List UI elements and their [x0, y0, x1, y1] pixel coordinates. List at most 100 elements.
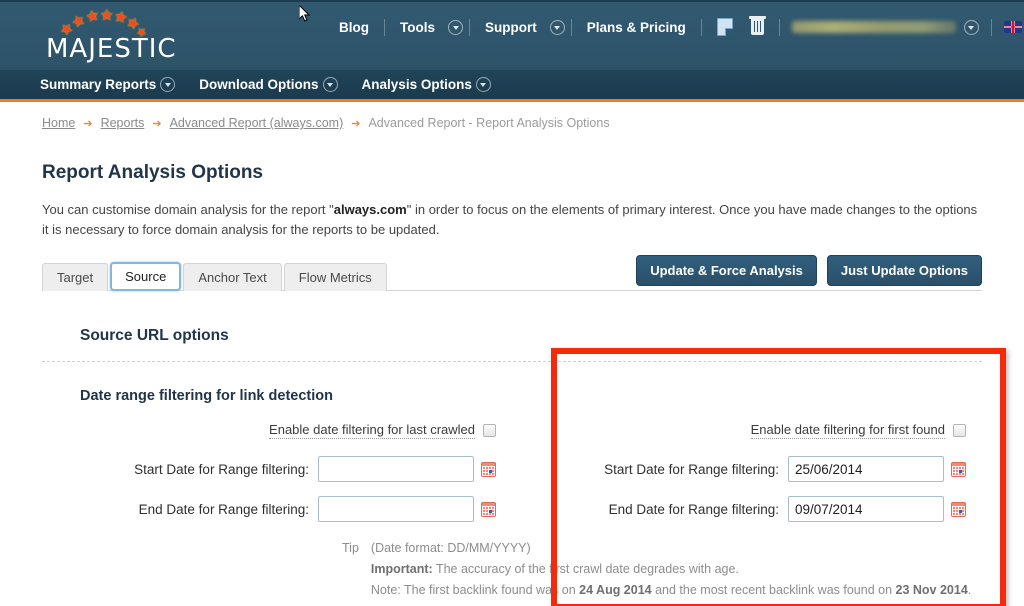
first-found-checkbox-label[interactable]: Enable date filtering for first found [750, 422, 945, 439]
tab-target[interactable]: Target [42, 263, 109, 292]
breadcrumb-item-advanced-report[interactable]: Advanced Report (always.com) [170, 116, 344, 130]
first-found-start-date-input[interactable] [788, 456, 944, 483]
subnav-label: Download Options [199, 77, 319, 92]
first-found-end-date-input[interactable] [788, 496, 944, 523]
main-content: Report Analysis Options You can customis… [0, 162, 1024, 600]
chevron-down-icon[interactable] [448, 19, 463, 35]
site-header: ★ ★ ★ ★ ★ ★ ★ MAJESTIC Blog Tools Suppor… [0, 0, 1024, 70]
subnav-item-download-options[interactable]: Download Options [199, 77, 338, 92]
nav-link-support[interactable]: Support [476, 20, 546, 35]
section-divider [42, 361, 982, 363]
document-icon[interactable] [716, 18, 733, 36]
top-navigation: Blog Tools Support Plans & Pricing [330, 16, 1024, 36]
tab-anchor-text[interactable]: Anchor Text [183, 263, 282, 292]
reports-list-button[interactable] [708, 18, 742, 36]
last-crawled-enable-checkbox[interactable] [483, 423, 496, 437]
intro-domain: always.com [333, 202, 407, 217]
account-menu[interactable] [786, 19, 985, 35]
tip-note-first-date: 24 Aug 2014 [579, 582, 652, 597]
chevron-down-icon[interactable] [160, 77, 176, 92]
subsection-title-date-range-filtering: Date range filtering for link detection [80, 388, 333, 405]
date-filter-columns: Enable date filtering for last crawled S… [42, 418, 982, 523]
nav-divider [990, 18, 992, 36]
last-crawled-end-label: End Date for Range filtering: [138, 501, 309, 517]
section-title-source-url-options: Source URL options [80, 327, 229, 345]
intro-text-part1: You can customise domain analysis for th… [42, 202, 334, 217]
first-found-end-label: End Date for Range filtering: [608, 501, 779, 517]
chevron-down-icon[interactable] [322, 77, 338, 92]
tip-label: Tip [342, 541, 359, 556]
last-crawled-start-row: Start Date for Range filtering: [42, 456, 512, 483]
calendar-icon[interactable] [951, 501, 966, 517]
account-name-redacted [791, 21, 956, 33]
nav-link-tools[interactable]: Tools [391, 20, 444, 35]
nav-divider [570, 18, 572, 36]
action-buttons: Update & Force Analysis Just Update Opti… [636, 255, 982, 287]
calendar-icon[interactable] [951, 461, 966, 477]
breadcrumb-separator: ➔ [351, 117, 361, 130]
breadcrumb-separator: ➔ [83, 117, 93, 130]
nav-divider [778, 18, 780, 36]
tip-line-date-format: (Date format: DD/MM/YYYY) [370, 541, 531, 556]
breadcrumb-separator: ➔ [152, 117, 162, 130]
tip-body: (Date format: DD/MM/YYYY) Important: The… [371, 538, 971, 600]
tip-note-mid: and the most recent backlink was found o… [651, 582, 896, 597]
breadcrumb: Home ➔ Reports ➔ Advanced Report (always… [0, 102, 1024, 130]
chevron-down-icon[interactable] [963, 19, 979, 35]
first-found-start-label: Start Date for Range filtering: [604, 461, 779, 477]
first-found-column: Enable date filtering for first found St… [512, 418, 982, 523]
last-crawled-start-label: Start Date for Range filtering: [134, 461, 309, 477]
first-found-end-row: End Date for Range filtering: [512, 496, 982, 523]
nav-link-blog[interactable]: Blog [330, 20, 378, 35]
delete-button[interactable] [742, 16, 773, 35]
majestic-stars-arc-icon: ★ ★ ★ ★ ★ ★ ★ [56, 6, 151, 41]
chevron-down-icon[interactable] [475, 77, 491, 92]
last-crawled-enable-row: Enable date filtering for last crawled [42, 418, 512, 442]
last-crawled-end-row: End Date for Range filtering: [42, 496, 512, 523]
first-found-start-row: Start Date for Range filtering: [512, 456, 982, 483]
uk-flag-icon[interactable] [1003, 21, 1022, 33]
nav-item-support[interactable]: Support [476, 19, 565, 35]
subnav-item-analysis-options[interactable]: Analysis Options [362, 77, 491, 92]
nav-divider [700, 18, 702, 36]
last-crawled-end-date-input[interactable] [318, 496, 474, 523]
update-and-force-analysis-button[interactable]: Update & Force Analysis [636, 255, 817, 287]
first-found-enable-checkbox[interactable] [953, 423, 966, 437]
tip-important-text: The accuracy of the first crawl date deg… [432, 561, 739, 576]
tip-note-post: . [967, 582, 972, 597]
trash-icon[interactable] [748, 16, 766, 35]
nav-item-blog[interactable]: Blog [330, 20, 378, 35]
nav-divider [469, 18, 470, 36]
tab-source[interactable]: Source [110, 262, 182, 292]
tip-block: Tip (Date format: DD/MM/YYYY) Important:… [42, 538, 982, 600]
nav-item-plans-pricing[interactable]: Plans & Pricing [578, 20, 695, 35]
calendar-icon[interactable] [481, 461, 496, 477]
breadcrumb-item-reports[interactable]: Reports [101, 116, 145, 130]
majestic-logo[interactable]: ★ ★ ★ ★ ★ ★ ★ MAJESTIC [44, 6, 176, 64]
chevron-down-icon[interactable] [549, 19, 565, 35]
just-update-options-button[interactable]: Just Update Options [826, 255, 982, 287]
nav-divider [384, 18, 385, 36]
tip-line-important: Important: The accuracy of the first cra… [371, 559, 971, 580]
tip-important-label: Important: [370, 561, 433, 576]
tip-note-recent-date: 23 Nov 2014 [895, 582, 968, 597]
language-menu[interactable] [998, 20, 1024, 35]
subnav-label: Analysis Options [361, 77, 472, 92]
calendar-icon[interactable] [481, 501, 496, 517]
tip-line-note: Note: The first backlink found was on 24… [371, 580, 971, 601]
nav-item-tools[interactable]: Tools [391, 19, 463, 35]
subnav-label: Summary Reports [40, 77, 157, 92]
tab-bar: Target Source Anchor Text Flow Metrics U… [42, 255, 982, 292]
last-crawled-checkbox-label[interactable]: Enable date filtering for last crawled [269, 422, 475, 439]
subnav-item-summary-reports[interactable]: Summary Reports [40, 77, 176, 92]
last-crawled-column: Enable date filtering for last crawled S… [42, 418, 512, 523]
page-title: Report Analysis Options [42, 162, 263, 183]
nav-link-plans-pricing[interactable]: Plans & Pricing [578, 20, 695, 35]
breadcrumb-item-home[interactable]: Home [42, 116, 75, 130]
first-found-enable-row: Enable date filtering for first found [512, 418, 982, 442]
breadcrumb-item-current: Advanced Report - Report Analysis Option… [368, 116, 610, 130]
tab-flow-metrics[interactable]: Flow Metrics [283, 263, 387, 292]
secondary-navigation: Summary Reports Download Options Analysi… [0, 70, 1024, 102]
page-root: ★ ★ ★ ★ ★ ★ ★ MAJESTIC Blog Tools Suppor… [0, 0, 1024, 606]
last-crawled-start-date-input[interactable] [318, 456, 474, 483]
